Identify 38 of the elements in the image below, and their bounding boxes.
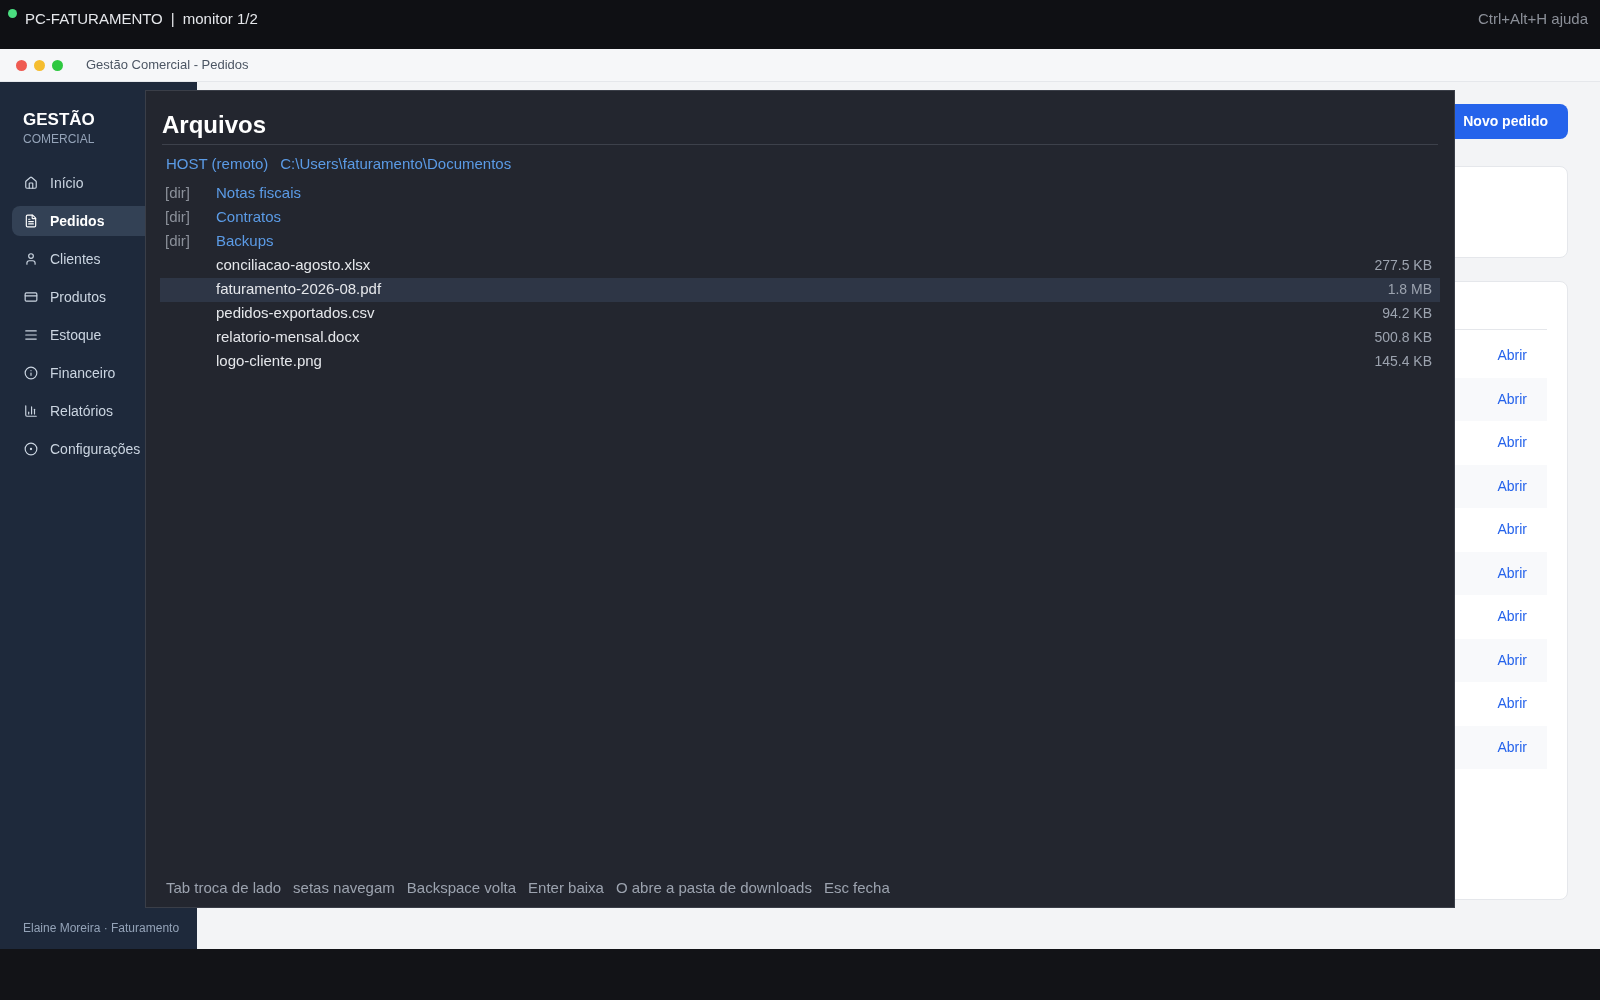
- keyboard-hint: Esc fecha: [823, 877, 890, 898]
- path-label: C:\Users\faturamento\Documentos: [280, 154, 512, 174]
- bar-chart-icon: [24, 404, 38, 418]
- list-icon: [24, 328, 38, 342]
- open-link[interactable]: Abrir: [1497, 432, 1527, 454]
- open-link[interactable]: Abrir: [1497, 736, 1527, 758]
- document-icon: [24, 214, 38, 228]
- open-link[interactable]: Abrir: [1497, 345, 1527, 367]
- help-shortcut: Ctrl+Alt+H ajuda: [1477, 9, 1588, 29]
- window-title: Gestão Comercial - Pedidos: [86, 56, 249, 75]
- house-icon: [24, 176, 38, 190]
- open-link[interactable]: Abrir: [1497, 562, 1527, 584]
- card-icon: [24, 290, 38, 304]
- dialog-title: Arquivos: [162, 111, 266, 138]
- monitor-label: monitor 1/2: [182, 9, 258, 29]
- keyboard-hint: Backspace volta: [406, 877, 517, 898]
- open-link[interactable]: Abrir: [1497, 649, 1527, 671]
- separator: |: [170, 9, 175, 29]
- file-row[interactable]: faturamento-2026-08.pdf 1.8 MB: [160, 277, 1440, 302]
- file-row[interactable]: conciliacao-agosto.xlsx 277.5 KB: [160, 253, 1440, 278]
- nav-item[interactable]: Configurações: [12, 434, 185, 464]
- keyboard-hint: O abre a pasta de downloads: [615, 877, 812, 898]
- nav-item[interactable]: Relatórios: [12, 396, 185, 426]
- host-name: PC-FATURAMENTO: [25, 9, 163, 29]
- open-link[interactable]: Abrir: [1497, 475, 1527, 497]
- location-label[interactable]: HOST (remoto): [166, 153, 269, 176]
- keyboard-hint: Enter baixa: [528, 877, 604, 898]
- open-link[interactable]: Abrir: [1497, 693, 1527, 715]
- info-icon: [24, 366, 38, 380]
- open-link[interactable]: Abrir: [1497, 388, 1527, 410]
- brand-subtitle: COMERCIAL: [22, 131, 96, 148]
- user-icon: [24, 252, 38, 266]
- open-link[interactable]: Abrir: [1497, 606, 1527, 628]
- keyboard-hint: Tab troca de lado: [166, 877, 282, 898]
- file-row[interactable]: [dir] Notas fiscais: [160, 181, 1440, 206]
- user-footer: Elaine Moreira · Faturamento: [12, 919, 185, 937]
- open-link[interactable]: Abrir: [1497, 519, 1527, 541]
- keyboard-hint: setas navegam: [293, 877, 395, 898]
